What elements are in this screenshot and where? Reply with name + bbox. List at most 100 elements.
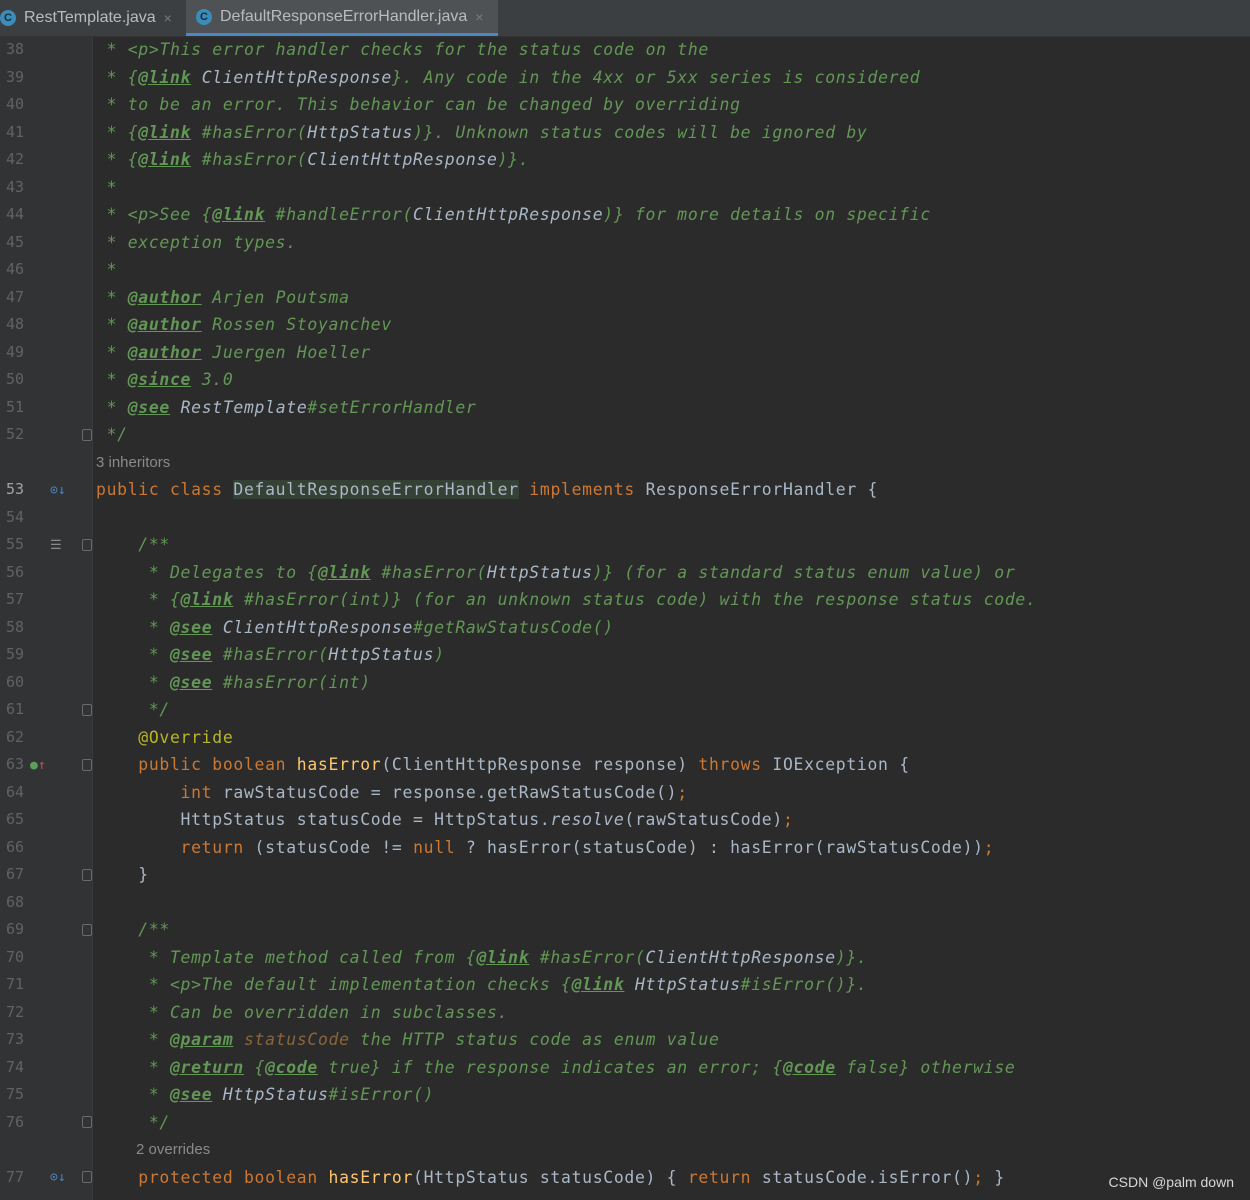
code-token: protected boolean (96, 1168, 329, 1187)
code-line[interactable]: 63 public boolean hasError(ClientHttpRes… (0, 751, 1250, 779)
code-line[interactable]: 57 * {@link #hasError(int)} (for an unkn… (0, 586, 1250, 614)
code-line[interactable]: 62 @Override (0, 724, 1250, 752)
code-text: public boolean hasError(ClientHttpRespon… (96, 751, 910, 779)
fold-marker[interactable] (82, 429, 92, 441)
close-icon[interactable]: × (164, 10, 172, 26)
code-line[interactable]: 73 * @param statusCode the HTTP status c… (0, 1026, 1250, 1054)
inheritors-hint[interactable]: 3 inheritors (96, 449, 170, 477)
fold-marker[interactable] (82, 759, 92, 771)
code-line[interactable]: 40 * to be an error. This behavior can b… (0, 91, 1250, 119)
implemented-by-icon[interactable]: ⊙↓ (50, 477, 66, 505)
code-token: #isError() (328, 1085, 435, 1104)
code-token: ClientHttpResponse (201, 67, 392, 87)
code-line[interactable]: 67 } (0, 861, 1250, 889)
code-text: @Override (96, 724, 233, 752)
code-line[interactable]: 39 * {@link ClientHttpResponse}. Any cod… (0, 64, 1250, 92)
overrides-method-icon[interactable]: ●↑ (30, 752, 46, 780)
line-number: 50 (5, 370, 24, 388)
code-token: HttpStatus (328, 645, 435, 664)
code-line[interactable]: 77 protected boolean hasError(HttpStatus… (0, 1164, 1250, 1192)
code-line[interactable]: 72 * Can be overridden in subclasses. (0, 999, 1250, 1027)
code-token: * Delegates to { (96, 562, 318, 582)
fold-marker[interactable] (82, 1116, 92, 1128)
code-line[interactable]: 66 return (statusCode != null ? hasError… (0, 834, 1250, 862)
code-line[interactable]: 55 /** (0, 531, 1250, 559)
fold-marker[interactable] (82, 539, 92, 551)
code-token: ClientHttpResponse (222, 617, 414, 637)
code-token: }. Any code in the 4xx or 5xx series is … (391, 67, 921, 87)
tab-defaultresponseerrorhandler[interactable]: C DefaultResponseErrorHandler.java × (186, 0, 498, 36)
code-line[interactable]: 54 (0, 504, 1250, 532)
code-line[interactable]: 38 * <p>This error handler checks for th… (0, 36, 1250, 64)
code-token: * (96, 370, 128, 389)
code-text: * @author Rossen Stoyanchev (96, 311, 392, 339)
code-token: { (243, 1057, 266, 1077)
code-line[interactable]: 69 /** (0, 916, 1250, 944)
line-number: 63 (5, 755, 24, 773)
line-number: 41 (5, 122, 24, 141)
code-token: @link (317, 562, 371, 582)
code-token: @see (169, 645, 213, 664)
fold-marker[interactable] (82, 869, 92, 881)
overridden-by-icon[interactable]: ⊙↓ (50, 1164, 66, 1192)
close-icon[interactable]: × (475, 9, 483, 25)
code-text: * Template method called from {@link #ha… (96, 944, 868, 972)
code-line[interactable]: 59 * @see #hasError(HttpStatus) (0, 641, 1250, 669)
overrides-hint[interactable]: 2 overrides (136, 1136, 210, 1164)
code-token: @link (571, 975, 625, 994)
code-line[interactable]: 47 * @author Arjen Poutsma (0, 284, 1250, 312)
code-token: )} for more details on specific (603, 205, 931, 224)
code-text: * exception types. (96, 229, 297, 257)
code-line[interactable]: 58 * @see ClientHttpResponse#getRawStatu… (0, 614, 1250, 642)
code-line[interactable]: 56 * Delegates to {@link #hasError(HttpS… (0, 559, 1250, 587)
code-line[interactable]: 43 * (0, 174, 1250, 202)
line-number: 65 (5, 810, 24, 828)
code-line[interactable]: 76 */ (0, 1109, 1250, 1137)
code-token: * exception types. (96, 232, 297, 252)
code-line[interactable]: 51 * @see RestTemplate#setErrorHandler (0, 394, 1250, 422)
code-token: * (96, 315, 128, 334)
code-line[interactable]: 74 * @return {@code true} if the respons… (0, 1054, 1250, 1082)
line-number: 55 (5, 535, 24, 553)
code-token: ; (782, 810, 794, 829)
code-line[interactable]: 41 * {@link #hasError(HttpStatus)}. Unkn… (0, 119, 1250, 147)
code-token: HttpStatus (634, 975, 741, 994)
code-token: * (96, 1030, 170, 1049)
line-number: 61 (5, 700, 24, 718)
tab-resttemplate[interactable]: C RestTemplate.java × (0, 0, 184, 36)
fold-marker[interactable] (82, 1171, 92, 1183)
code-line[interactable]: 48 * @author Rossen Stoyanchev (0, 311, 1250, 339)
code-line[interactable]: 68 (0, 889, 1250, 917)
fold-marker[interactable] (82, 704, 92, 716)
line-number: 51 (5, 397, 24, 416)
code-line[interactable]: 44 * <p>See {@link #handleError(ClientHt… (0, 201, 1250, 229)
code-line[interactable]: 65 HttpStatus statusCode = HttpStatus.re… (0, 806, 1250, 834)
code-token: #hasError(int)} (for an unknown status c… (233, 590, 1037, 609)
code-line[interactable]: 45 * exception types. (0, 229, 1250, 257)
code-line[interactable]: 42 * {@link #hasError(ClientHttpResponse… (0, 146, 1250, 174)
code-line[interactable]: 75 * @see HttpStatus#isError() (0, 1081, 1250, 1109)
code-text: * (96, 256, 117, 284)
line-number: 56 (5, 562, 24, 581)
line-number: 60 (5, 672, 24, 691)
line-number: 72 (5, 1002, 24, 1021)
code-token: ; (983, 837, 995, 857)
code-line[interactable]: 50 * @since 3.0 (0, 366, 1250, 394)
code-line[interactable]: 53 public class DefaultResponseErrorHandl… (0, 476, 1250, 504)
structure-icon[interactable]: ☰ (50, 532, 62, 560)
code-line[interactable]: 46 * (0, 256, 1250, 284)
code-line[interactable]: 52 */ (0, 421, 1250, 449)
code-line[interactable]: 61 */ (0, 696, 1250, 724)
code-token: false} otherwise (835, 1057, 1016, 1077)
code-token: statusCode.isError() (761, 1168, 974, 1187)
code-text: * @see #hasError(HttpStatus) (96, 641, 445, 669)
code-line[interactable]: 64 int rawStatusCode = response.getRawSt… (0, 779, 1250, 807)
code-line[interactable]: 49 * @author Juergen Hoeller (0, 339, 1250, 367)
line-number: 71 (5, 975, 24, 993)
code-line[interactable]: 71 * <p>The default implementation check… (0, 971, 1250, 999)
code-line[interactable]: 70 * Template method called from {@link … (0, 944, 1250, 972)
fold-marker[interactable] (82, 924, 92, 936)
code-text: * @author Juergen Hoeller (96, 339, 371, 367)
code-token: * (96, 342, 128, 362)
code-line[interactable]: 60 * @see #hasError(int) (0, 669, 1250, 697)
